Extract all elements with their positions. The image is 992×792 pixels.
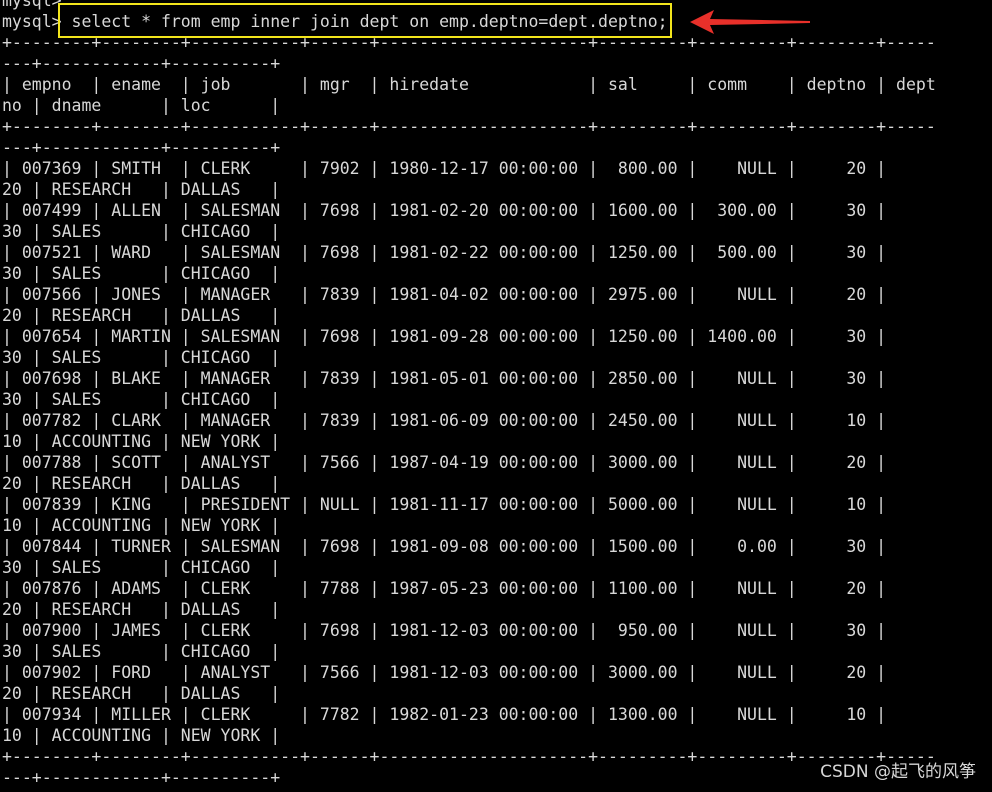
terminal-line: | 007902 | FORD | ANALYST | 7566 | 1981-… [2,663,887,682]
terminal-line: 10 | ACCOUNTING | NEW YORK | [2,726,281,745]
terminal-line: ---+------------+----------+ [2,768,281,787]
terminal-line: 30 | SALES | CHICAGO | [2,642,281,661]
terminal-line: 30 | SALES | CHICAGO | [2,222,281,241]
terminal-line: | 007844 | TURNER | SALESMAN | 7698 | 19… [2,537,887,556]
terminal-line: | 007934 | MILLER | CLERK | 7782 | 1982-… [2,705,887,724]
terminal-line: 20 | RESEARCH | DALLAS | [2,306,281,325]
terminal-line: | 007521 | WARD | SALESMAN | 7698 | 1981… [2,243,887,262]
terminal-line: ---+------------+----------+ [2,54,281,73]
terminal-line: +--------+--------+-----------+------+--… [2,33,936,52]
terminal-line: 20 | RESEARCH | DALLAS | [2,180,281,199]
terminal-line: | 007788 | SCOTT | ANALYST | 7566 | 1987… [2,453,887,472]
terminal-line: +--------+--------+-----------+------+--… [2,747,936,766]
terminal-line: 30 | SALES | CHICAGO | [2,348,281,367]
terminal-line: | 007499 | ALLEN | SALESMAN | 7698 | 198… [2,201,887,220]
terminal-line: +--------+--------+-----------+------+--… [2,117,936,136]
terminal-line: | 007566 | JONES | MANAGER | 7839 | 1981… [2,285,887,304]
terminal-line: | 007369 | SMITH | CLERK | 7902 | 1980-1… [2,159,887,178]
terminal-line: | empno | ename | job | mgr | hiredate |… [2,75,936,94]
terminal-line: | 007782 | CLARK | MANAGER | 7839 | 1981… [2,411,887,430]
terminal-line: no | dname | loc | [2,96,281,115]
terminal-line: 20 | RESEARCH | DALLAS | [2,474,281,493]
terminal-window[interactable]: mysql> mysql> select * from emp inner joi… [0,0,992,792]
terminal-line: | 007698 | BLAKE | MANAGER | 7839 | 1981… [2,369,887,388]
terminal-line: 20 | RESEARCH | DALLAS | [2,600,281,619]
terminal-line: 10 | ACCOUNTING | NEW YORK | [2,432,281,451]
terminal-line: | 007654 | MARTIN | SALESMAN | 7698 | 19… [2,327,887,346]
terminal-line: 10 | ACCOUNTING | NEW YORK | [2,516,281,535]
terminal-line: 30 | SALES | CHICAGO | [2,264,281,283]
terminal-line: 30 | SALES | CHICAGO | [2,390,281,409]
terminal-line: 20 | RESEARCH | DALLAS | [2,684,281,703]
terminal-line: | 007900 | JAMES | CLERK | 7698 | 1981-1… [2,621,887,640]
terminal-line: | 007876 | ADAMS | CLERK | 7788 | 1987-0… [2,579,887,598]
terminal-line: ---+------------+----------+ [2,138,281,157]
terminal-line: mysql> [2,0,62,10]
terminal-output: mysql> mysql> select * from emp inner joi… [2,0,936,788]
terminal-line: mysql> select * from emp inner join dept… [2,12,668,31]
csdn-watermark: CSDN @起飞的风筝 [820,762,976,782]
terminal-line: 30 | SALES | CHICAGO | [2,558,281,577]
terminal-line: | 007839 | KING | PRESIDENT | NULL | 198… [2,495,887,514]
